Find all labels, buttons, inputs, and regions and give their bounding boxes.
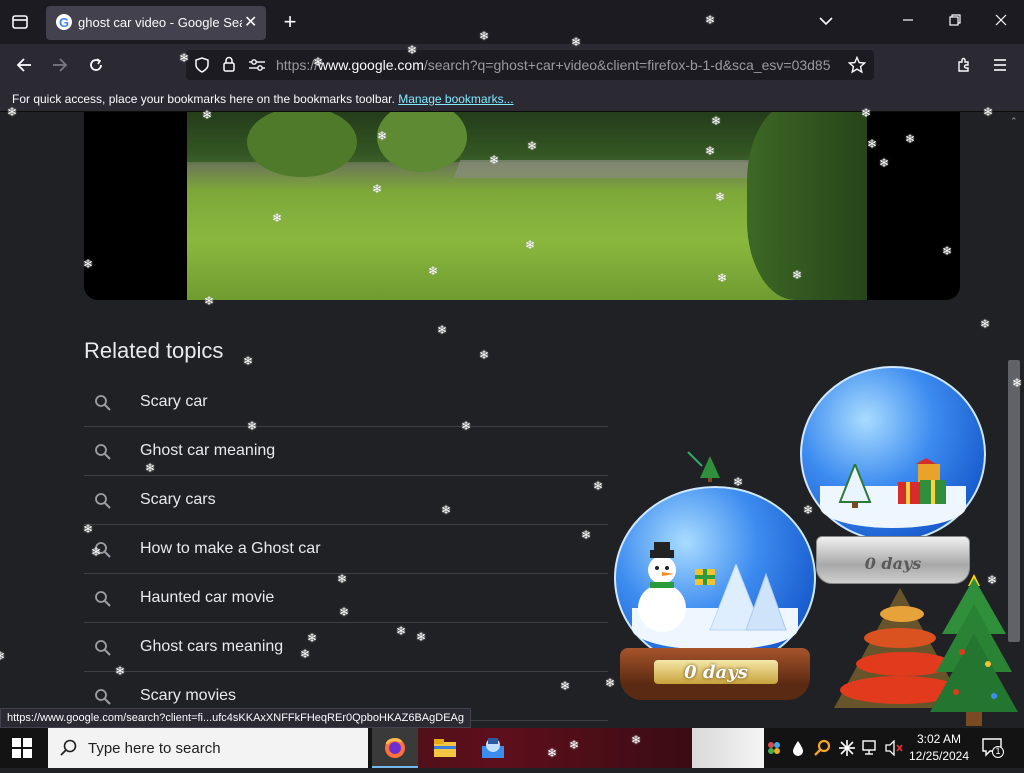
- windows-start-icon[interactable]: [12, 738, 32, 763]
- video-player[interactable]: [84, 112, 960, 300]
- tab-bar: G ghost car video - Google Search ✕ +: [0, 0, 1024, 44]
- globe-small-days-label: 0 days: [684, 662, 748, 683]
- tray-search-tool-icon[interactable]: [814, 739, 832, 762]
- new-tab-button[interactable]: +: [272, 7, 308, 37]
- video-frame: [187, 112, 867, 300]
- search-icon: [94, 541, 112, 559]
- app-menu-icon[interactable]: [982, 50, 1018, 80]
- gift-boxes-icon: [896, 458, 952, 515]
- tab-google-search[interactable]: G ghost car video - Google Search ✕: [46, 6, 266, 40]
- restore-button[interactable]: [937, 7, 973, 37]
- taskbar-app-button[interactable]: [470, 728, 516, 768]
- globe-large-days-label: 0 days: [864, 554, 922, 573]
- url-scheme: https://: [276, 57, 319, 73]
- related-topic-label: Scary car: [140, 393, 208, 410]
- search-icon: [94, 492, 112, 510]
- notifications-icon[interactable]: 1: [982, 738, 1004, 763]
- tree-cursor-icon: [686, 450, 722, 487]
- related-topic-row[interactable]: Scary car: [84, 378, 608, 427]
- firefox-view-icon[interactable]: [2, 7, 38, 37]
- minimize-button[interactable]: [890, 7, 926, 37]
- video-scene-tree: [247, 112, 357, 177]
- related-topic-row[interactable]: Ghost cars meaning: [84, 623, 608, 672]
- tray-network-icon[interactable]: [862, 740, 880, 761]
- christmas-tree-widget[interactable]: [928, 564, 1020, 733]
- bookmarks-hint-text: For quick access, place your bookmarks h…: [12, 92, 395, 106]
- tracking-protection-shield-icon[interactable]: [194, 57, 210, 78]
- tab-title: ghost car video - Google Search: [78, 15, 242, 30]
- navigation-toolbar: https://www.google.com/search?q=ghost+ca…: [0, 44, 1024, 86]
- related-topic-row[interactable]: Scary cars: [84, 476, 608, 525]
- site-permissions-icon[interactable]: [248, 57, 266, 78]
- list-all-tabs-icon[interactable]: [808, 7, 844, 37]
- related-topic-row[interactable]: How to make a Ghost car: [84, 525, 608, 574]
- taskbar-firefox-button[interactable]: [372, 728, 418, 768]
- taskbar-clock[interactable]: 3:02 AM 12/25/2024: [906, 731, 972, 765]
- url-host: www.google.com: [318, 57, 424, 73]
- search-icon: [94, 443, 112, 461]
- back-button[interactable]: [6, 50, 42, 80]
- related-topic-label: Haunted car movie: [140, 589, 275, 606]
- video-scene-tree: [377, 112, 467, 172]
- snow-globe-widget-large[interactable]: 0 days: [796, 366, 990, 588]
- snowman-icon: [638, 542, 686, 647]
- search-icon: [60, 739, 78, 762]
- search-icon: [94, 639, 112, 657]
- christmas-tree-icon: [838, 461, 872, 513]
- taskbar-file-explorer-button[interactable]: [422, 728, 468, 768]
- search-icon: [94, 590, 112, 608]
- related-topic-row[interactable]: Haunted car movie: [84, 574, 608, 623]
- taskbar-search-box[interactable]: Type here to search: [48, 728, 368, 768]
- svg-text:G: G: [59, 15, 69, 30]
- related-topic-label: Ghost cars meaning: [140, 638, 284, 655]
- related-topic-label: Scary cars: [140, 491, 216, 508]
- clock-date: 12/25/2024: [908, 749, 970, 763]
- related-topic-row[interactable]: Ghost car meaning: [84, 427, 608, 476]
- scroll-up-arrow-icon[interactable]: ⌃: [1010, 116, 1018, 127]
- snowy-trees-icon: [706, 562, 788, 639]
- taskbar-wallpaper-strip-light: [692, 728, 764, 768]
- notification-count-badge: 1: [995, 746, 1001, 756]
- video-scene-road: [453, 160, 791, 178]
- lock-icon[interactable]: [222, 56, 236, 77]
- extensions-puzzle-icon[interactable]: [946, 50, 982, 80]
- taskbar-wallpaper-strip: [372, 728, 692, 768]
- snow-globe-widget-snowman[interactable]: 0 days: [612, 486, 818, 702]
- related-topic-label: How to make a Ghost car: [140, 540, 321, 557]
- related-topics-heading: Related topics: [84, 338, 224, 363]
- bookmarks-hint: For quick access, place your bookmarks h…: [12, 92, 514, 106]
- clock-time: 3:02 AM: [916, 732, 962, 746]
- forward-button[interactable]: [42, 50, 78, 80]
- tray-sun-icon[interactable]: [838, 739, 856, 762]
- link-status-url: https://www.google.com/search?client=fi.…: [0, 708, 471, 728]
- reload-button[interactable]: [78, 50, 114, 80]
- tab-close-icon[interactable]: ✕: [244, 12, 257, 32]
- close-window-button[interactable]: [983, 7, 1019, 37]
- related-topic-label: Scary movies: [140, 687, 237, 704]
- tray-network-apps-icon[interactable]: [766, 740, 782, 761]
- url-bar[interactable]: https://www.google.com/search?q=ghost+ca…: [186, 50, 874, 80]
- tray-volume-muted-icon[interactable]: [885, 739, 903, 761]
- video-scene-hedge: [747, 112, 867, 300]
- url-path: /search?q=ghost+car+video&client=firefox…: [423, 57, 831, 73]
- tray-droplet-icon[interactable]: [792, 740, 804, 761]
- taskbar-search-placeholder: Type here to search: [88, 740, 221, 757]
- windows-taskbar: Type here to search 3:02 AM 12/25/2024 1: [0, 728, 1024, 768]
- related-topic-label: Ghost car meaning: [140, 442, 276, 459]
- bookmarks-toolbar: For quick access, place your bookmarks h…: [0, 86, 1024, 112]
- bookmark-star-icon[interactable]: [847, 55, 867, 79]
- search-icon: [94, 394, 112, 412]
- search-icon: [94, 688, 112, 706]
- url-text[interactable]: https://www.google.com/search?q=ghost+ca…: [276, 57, 836, 73]
- manage-bookmarks-link[interactable]: Manage bookmarks...: [398, 92, 513, 106]
- google-g-icon: G: [56, 14, 72, 30]
